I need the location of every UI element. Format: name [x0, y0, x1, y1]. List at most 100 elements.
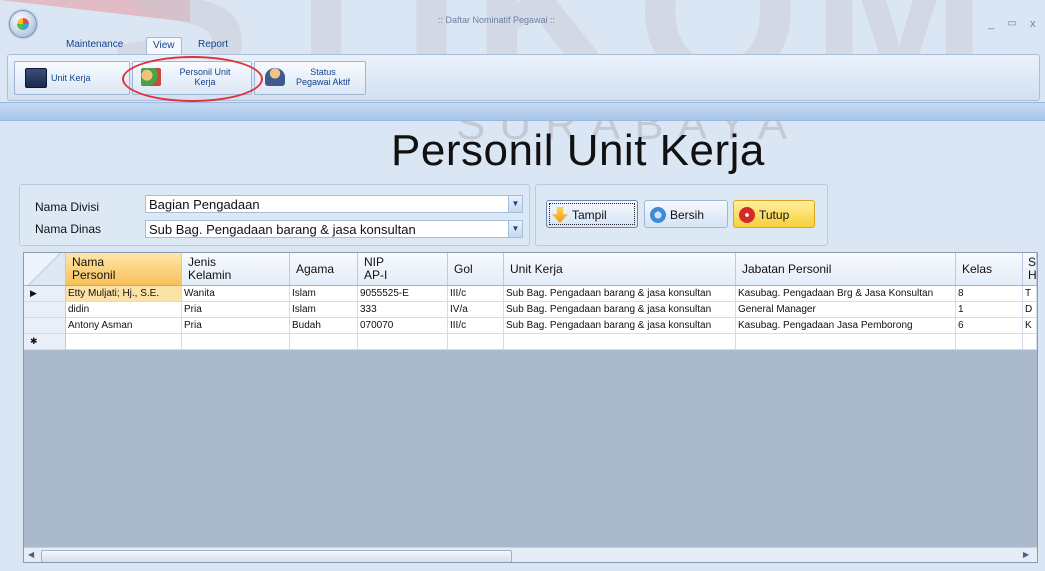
header-extra-text: SH	[1028, 256, 1037, 282]
cell-nama[interactable]	[66, 334, 182, 350]
cell-nama[interactable]: Etty Muljati; Hj., S.E.	[66, 286, 182, 302]
chevron-down-icon[interactable]: ▼	[508, 221, 522, 237]
app-menu-orb-icon[interactable]	[9, 10, 37, 38]
cell-kelas[interactable]: 6	[956, 318, 1023, 334]
cell-unit-kerja[interactable]: Sub Bag. Pengadaan barang & jasa konsult…	[504, 286, 736, 302]
close-button[interactable]: x	[1030, 18, 1036, 30]
new-row-marker-icon[interactable]: ✱	[24, 334, 66, 350]
cell-unit-kerja[interactable]	[504, 334, 736, 350]
header-extra[interactable]: SH	[1023, 253, 1037, 285]
bersih-button[interactable]: Bersih	[644, 200, 728, 228]
status-label-line1: Status	[310, 67, 336, 77]
row-selector[interactable]	[24, 318, 66, 334]
cell-nip[interactable]	[358, 334, 448, 350]
header-extra-line2: H	[1028, 268, 1037, 282]
cell-jenis-kelamin[interactable]: Pria	[182, 302, 290, 318]
bersih-label: Bersih	[670, 208, 705, 222]
cell-gol[interactable]: IV/a	[448, 302, 504, 318]
cell-agama[interactable]: Islam	[290, 302, 358, 318]
cell-kelas[interactable]: 1	[956, 302, 1023, 318]
cell-gol[interactable]: III/c	[448, 286, 504, 302]
chevron-down-icon[interactable]: ▼	[508, 196, 522, 212]
header-unit-kerja-text: Unit Kerja	[510, 261, 563, 276]
cell-agama[interactable]: Budah	[290, 318, 358, 334]
cell-jabatan[interactable]: General Manager	[736, 302, 956, 318]
cell-extra[interactable]: K	[1023, 318, 1037, 334]
tampil-label: Tampil	[572, 208, 607, 222]
header-gol[interactable]: Gol	[448, 253, 504, 285]
cell-kelas[interactable]: 8	[956, 286, 1023, 302]
header-nip[interactable]: NIP AP-I	[358, 253, 448, 285]
cell-nip[interactable]: 070070	[358, 318, 448, 334]
cell-nip[interactable]: 9055525-E	[358, 286, 448, 302]
header-nip-text: NIP AP-I	[364, 256, 387, 282]
cell-unit-kerja[interactable]: Sub Bag. Pengadaan barang & jasa konsult…	[504, 302, 736, 318]
status-pegawai-aktif-label: Status Pegawai Aktif	[287, 67, 359, 87]
cell-nama[interactable]: didin	[66, 302, 182, 318]
highlight-annotation-circle	[122, 56, 263, 102]
cell-nama[interactable]: Antony Asman	[66, 318, 182, 334]
personil-grid[interactable]: Nama Personil Jenis Kelamin Agama NIP AP-I …	[23, 252, 1038, 563]
header-jabatan-personil[interactable]: Jabatan Personil	[736, 253, 956, 285]
cell-extra[interactable]: T	[1023, 286, 1037, 302]
cell-nip[interactable]: 333	[358, 302, 448, 318]
grid-corner[interactable]	[24, 253, 66, 285]
cell-unit-kerja[interactable]: Sub Bag. Pengadaan barang & jasa konsult…	[504, 318, 736, 334]
header-unit-kerja[interactable]: Unit Kerja	[504, 253, 736, 285]
table-row[interactable]: Antony Asman Pria Budah 070070 III/c Sub…	[24, 318, 1037, 334]
cell-gol[interactable]	[448, 334, 504, 350]
row-selector[interactable]: ▶	[24, 286, 66, 302]
header-nama-line2: Personil	[72, 268, 116, 282]
horizontal-scrollbar[interactable]: ◀ ▶	[24, 547, 1037, 562]
header-agama[interactable]: Agama	[290, 253, 358, 285]
table-row[interactable]: ▶ Etty Muljati; Hj., S.E. Wanita Islam 9…	[24, 286, 1037, 302]
status-pegawai-aktif-button[interactable]: Status Pegawai Aktif	[254, 61, 366, 95]
table-row[interactable]: didin Pria Islam 333 IV/a Sub Bag. Penga…	[24, 302, 1037, 318]
cell-gol[interactable]: III/c	[448, 318, 504, 334]
cell-jabatan[interactable]: Kasubag. Pengadaan Jasa Pemborong	[736, 318, 956, 334]
tab-maintenance[interactable]: Maintenance	[60, 37, 129, 53]
cell-extra[interactable]: D	[1023, 302, 1037, 318]
divisi-select[interactable]: Bagian Pengadaan ▼	[145, 195, 523, 213]
cell-jenis-kelamin[interactable]: Wanita	[182, 286, 290, 302]
cell-jabatan[interactable]	[736, 334, 956, 350]
row-selector[interactable]	[24, 302, 66, 318]
header-jenis-kelamin[interactable]: Jenis Kelamin	[182, 253, 290, 285]
dinas-select[interactable]: Sub Bag. Pengadaan barang & jasa konsult…	[145, 220, 523, 238]
header-agama-text: Agama	[296, 261, 335, 276]
cell-jenis-kelamin[interactable]: Pria	[182, 318, 290, 334]
header-kelas[interactable]: Kelas	[956, 253, 1023, 285]
header-nip-line2: AP-I	[364, 268, 388, 282]
window-title: :: Daftar Nominatif Pegawai ::	[438, 15, 556, 25]
scroll-thumb[interactable]	[41, 550, 512, 562]
header-jk-line2: Kelamin	[188, 268, 232, 282]
tab-view[interactable]: View	[146, 37, 182, 54]
header-kelas-text: Kelas	[962, 261, 993, 276]
page-title: Personil Unit Kerja	[391, 126, 765, 175]
scroll-left-icon[interactable]: ◀	[28, 550, 34, 559]
dinas-value: Sub Bag. Pengadaan barang & jasa konsult…	[149, 222, 416, 237]
cell-agama[interactable]: Islam	[290, 286, 358, 302]
minimize-button[interactable]: _	[988, 18, 994, 30]
cell-extra[interactable]	[1023, 334, 1037, 350]
tutup-button[interactable]: Tutup	[733, 200, 815, 228]
tab-report[interactable]: Report	[192, 37, 234, 53]
cell-agama[interactable]	[290, 334, 358, 350]
action-group: Tampil Bersih Tutup	[535, 184, 828, 246]
person-icon	[265, 68, 285, 86]
divisi-label: Nama Divisi	[35, 200, 100, 214]
cell-jenis-kelamin[interactable]	[182, 334, 290, 350]
cell-kelas[interactable]	[956, 334, 1023, 350]
unit-kerja-button[interactable]: Unit Kerja	[14, 61, 130, 95]
maximize-button[interactable]: ▭	[1007, 18, 1016, 29]
cell-jabatan[interactable]: Kasubag. Pengadaan Brg & Jasa Konsultan	[736, 286, 956, 302]
filter-group: Nama Divisi Bagian Pengadaan ▼ Nama Dina…	[19, 184, 530, 246]
new-row[interactable]: ✱	[24, 334, 1037, 350]
tampil-button[interactable]: Tampil	[546, 200, 638, 228]
title-bar: :: Daftar Nominatif Pegawai :: _ ▭ x	[0, 0, 1045, 38]
header-gol-text: Gol	[454, 261, 473, 276]
scroll-right-icon[interactable]: ▶	[1023, 550, 1029, 559]
stop-icon	[739, 207, 755, 223]
header-nama-personil[interactable]: Nama Personil	[66, 253, 182, 285]
tutup-label: Tutup	[759, 208, 790, 222]
